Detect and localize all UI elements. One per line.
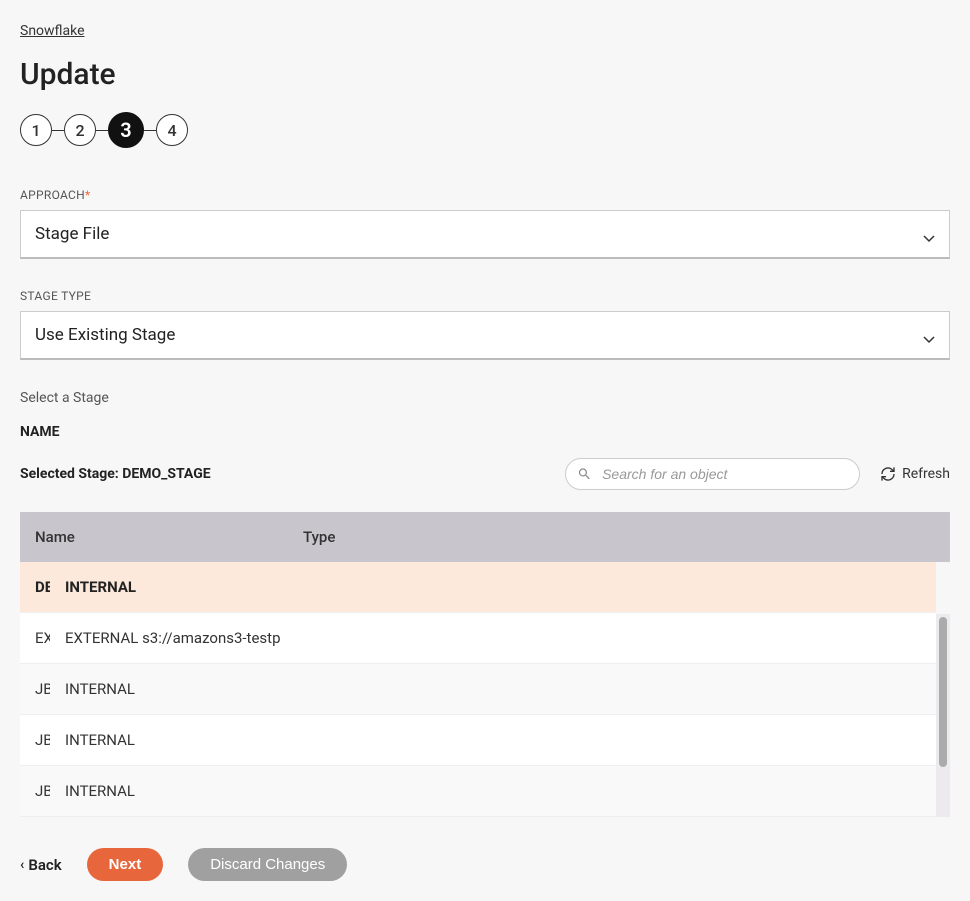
table-row[interactable]: JBCONN_SNOWFLAKE_1622272828...INTERNAL xyxy=(20,715,936,766)
table-header-name[interactable]: Name xyxy=(20,512,288,562)
cell-name: EXTERNAL_JBQA_SONAL xyxy=(20,613,50,664)
table-row[interactable]: JBCONN_SNOWFLAKE_INTERNAL xyxy=(20,664,936,715)
search-wrapper xyxy=(565,458,860,490)
stage-type-label: STAGE TYPE xyxy=(20,289,950,303)
back-button[interactable]: ‹ Back xyxy=(20,856,62,874)
name-heading: NAME xyxy=(20,424,950,440)
refresh-button[interactable]: Refresh xyxy=(880,466,950,482)
search-controls: Refresh xyxy=(565,458,950,490)
table-body-wrapper: DEMO_STAGEINTERNALEXTERNAL_JBQA_SONALEXT… xyxy=(20,562,950,817)
cell-type: INTERNAL xyxy=(50,562,936,613)
step-4[interactable]: 4 xyxy=(156,114,188,146)
selected-stage-value: DEMO_STAGE xyxy=(122,466,210,482)
step-connector xyxy=(96,130,108,131)
cell-type: INTERNAL xyxy=(50,715,936,766)
approach-field-group: APPROACH* Stage File xyxy=(20,188,950,259)
cell-type: EXTERNAL s3://amazons3-testp xyxy=(50,613,936,664)
approach-select[interactable]: Stage File xyxy=(20,210,950,259)
cell-name: DEMO_STAGE xyxy=(20,562,50,613)
required-indicator: * xyxy=(85,188,90,202)
stepper: 1 2 3 4 xyxy=(20,112,950,148)
cell-type: INTERNAL xyxy=(50,664,936,715)
step-2[interactable]: 2 xyxy=(64,114,96,146)
table-row[interactable]: DEMO_STAGEINTERNAL xyxy=(20,562,936,613)
cell-type: INTERNAL xyxy=(50,766,936,817)
chevron-left-icon: ‹ xyxy=(20,858,24,872)
stage-type-select[interactable]: Use Existing Stage xyxy=(20,311,950,360)
approach-label: APPROACH* xyxy=(20,188,950,202)
select-stage-label: Select a Stage xyxy=(20,390,950,406)
table-row[interactable]: EXTERNAL_JBQA_SONALEXTERNAL s3://amazons… xyxy=(20,613,936,664)
cell-name: JBCONN_SNOWFLAKE_1622272828... xyxy=(20,715,50,766)
step-connector xyxy=(144,130,156,131)
selected-stage-prefix: Selected Stage: xyxy=(20,466,122,482)
step-1[interactable]: 1 xyxy=(20,114,52,146)
cell-name: JBCONN_SNOWFLAKE_ xyxy=(20,664,50,715)
discard-button[interactable]: Discard Changes xyxy=(188,848,347,881)
approach-value: Stage File xyxy=(35,224,109,244)
selected-stage-display: Selected Stage: DEMO_STAGE xyxy=(20,466,211,482)
approach-label-text: APPROACH xyxy=(20,188,85,202)
footer-actions: ‹ Back Next Discard Changes xyxy=(20,848,347,881)
refresh-label: Refresh xyxy=(902,466,950,482)
stage-type-field-group: STAGE TYPE Use Existing Stage xyxy=(20,289,950,360)
scrollbar-track[interactable] xyxy=(936,614,950,817)
next-button[interactable]: Next xyxy=(87,848,164,881)
stage-table: Name Type xyxy=(20,512,950,562)
search-input[interactable] xyxy=(565,458,860,490)
refresh-icon xyxy=(880,466,896,482)
step-connector xyxy=(52,130,64,131)
stage-table-wrapper: Name Type DEMO_STAGEINTERNALEXTERNAL_JBQ… xyxy=(20,512,950,817)
chevron-down-icon xyxy=(923,228,935,240)
chevron-down-icon xyxy=(923,329,935,341)
stage-table-body: DEMO_STAGEINTERNALEXTERNAL_JBQA_SONALEXT… xyxy=(20,562,936,817)
page-title: Update xyxy=(20,57,950,92)
cell-name: JBCONN_SNOWFLAKE_1622273060... xyxy=(20,766,50,817)
search-icon xyxy=(577,467,592,482)
table-header-type[interactable]: Type xyxy=(288,512,950,562)
stage-type-value: Use Existing Stage xyxy=(35,325,175,345)
table-row[interactable]: JBCONN_SNOWFLAKE_1622273060...INTERNAL xyxy=(20,766,936,817)
step-3[interactable]: 3 xyxy=(108,112,144,148)
back-label: Back xyxy=(28,856,61,874)
search-row: Selected Stage: DEMO_STAGE Refresh xyxy=(20,458,950,490)
breadcrumb-link[interactable]: Snowflake xyxy=(20,23,85,39)
scrollbar-thumb[interactable] xyxy=(939,617,947,767)
